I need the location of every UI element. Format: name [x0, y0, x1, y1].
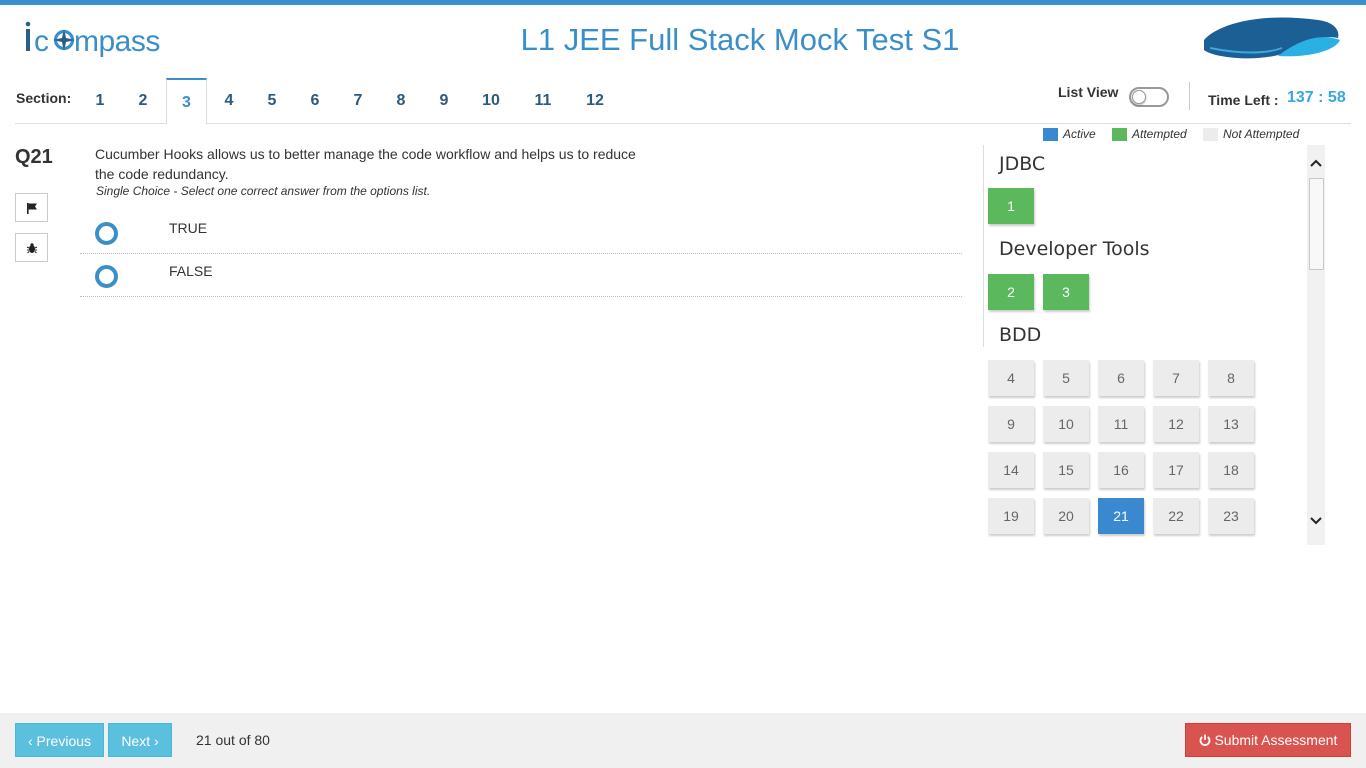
- radio-button-true[interactable]: [95, 222, 118, 245]
- question-text-line-1: Cucumber Hooks allows us to better manag…: [95, 146, 636, 162]
- palette-scrollbar[interactable]: [1307, 145, 1325, 545]
- chevron-left-icon: ‹: [27, 733, 37, 749]
- question-button-22[interactable]: 22: [1153, 498, 1199, 534]
- toggle-knob: [1132, 90, 1146, 104]
- question-progress: 21 out of 80: [196, 732, 270, 748]
- legend-attempted-swatch: [1112, 128, 1127, 141]
- group-title-developer-tools: Developer Tools: [999, 238, 1150, 260]
- page-title: L1 JEE Full Stack Mock Test S1: [520, 22, 960, 57]
- tab-section-2[interactable]: 2: [125, 78, 161, 124]
- legend-active-label: Active: [1063, 127, 1096, 141]
- brand-wave-logo: [1204, 17, 1340, 59]
- list-view-toggle[interactable]: [1129, 87, 1169, 107]
- group-title-bdd: BDD: [999, 324, 1042, 346]
- question-button-13[interactable]: 13: [1208, 406, 1254, 442]
- chevron-right-icon: ›: [150, 733, 159, 749]
- option-false[interactable]: FALSE: [80, 254, 962, 297]
- top-accent-bar: [0, 0, 1366, 5]
- legend-not-attempted-label: Not Attempted: [1223, 127, 1300, 141]
- question-button-21[interactable]: 21: [1098, 498, 1144, 534]
- bug-icon: [26, 242, 37, 253]
- option-label-true: TRUE: [169, 220, 208, 236]
- question-button-5[interactable]: 5: [1043, 360, 1089, 396]
- question-button-19[interactable]: 19: [988, 498, 1034, 534]
- list-view-label: List View: [1058, 84, 1119, 100]
- question-number: Q21: [15, 146, 53, 168]
- question-text-line-2: the code redundancy.: [95, 166, 229, 182]
- flag-icon: [26, 202, 37, 214]
- flag-question-button[interactable]: [15, 193, 48, 222]
- question-button-3[interactable]: 3: [1043, 274, 1089, 310]
- footer-bar: ‹ Previous Next › 21 out of 80 Submit As…: [0, 713, 1366, 768]
- legend-active-swatch: [1043, 128, 1058, 141]
- question-button-8[interactable]: 8: [1208, 360, 1254, 396]
- tab-section-8[interactable]: 8: [383, 78, 419, 124]
- time-left-value: 137 : 58: [1287, 89, 1346, 106]
- question-button-14[interactable]: 14: [988, 452, 1034, 488]
- scrollbar-thumb[interactable]: [1309, 178, 1324, 270]
- group-title-jdbc: JDBC: [999, 153, 1046, 175]
- section-label: Section:: [16, 90, 72, 106]
- submit-assessment-button[interactable]: Submit Assessment: [1185, 723, 1351, 757]
- tab-section-9[interactable]: 9: [426, 78, 462, 124]
- question-button-1[interactable]: 1: [988, 188, 1034, 224]
- question-button-15[interactable]: 15: [1043, 452, 1089, 488]
- question-hint: Single Choice - Select one correct answe…: [96, 184, 431, 198]
- time-left-label: Time Left :: [1208, 92, 1279, 108]
- section-tab-bar: Section: 1 2 3 4 5 6 7 8 9 10 11 12: [15, 78, 908, 125]
- header-right-panel: List View Time Left : 137 : 58: [907, 78, 1351, 124]
- question-button-10[interactable]: 10: [1043, 406, 1089, 442]
- tab-section-7[interactable]: 7: [340, 78, 376, 124]
- legend-attempted-label: Attempted: [1132, 127, 1187, 141]
- tab-section-12[interactable]: 12: [577, 78, 613, 124]
- next-button[interactable]: Next ›: [108, 723, 172, 757]
- chevron-down-icon[interactable]: [1310, 515, 1322, 529]
- question-button-20[interactable]: 20: [1043, 498, 1089, 534]
- question-palette: JDBC 1 Developer Tools 2 3 BDD 4 5 6 7 8 9 10 1…: [983, 145, 1325, 545]
- question-button-7[interactable]: 7: [1153, 360, 1199, 396]
- previous-label: Previous: [36, 733, 92, 749]
- tab-section-5[interactable]: 5: [254, 78, 290, 124]
- tab-section-4[interactable]: 4: [211, 78, 247, 124]
- question-button-11[interactable]: 11: [1098, 406, 1144, 442]
- question-button-17[interactable]: 17: [1153, 452, 1199, 488]
- legend-not-attempted-swatch: [1203, 128, 1218, 141]
- next-label: Next: [121, 733, 151, 749]
- question-button-16[interactable]: 16: [1098, 452, 1144, 488]
- question-button-4[interactable]: 4: [988, 360, 1034, 396]
- chevron-up-icon[interactable]: [1310, 157, 1322, 171]
- question-button-6[interactable]: 6: [1098, 360, 1144, 396]
- previous-button[interactable]: ‹ Previous: [15, 723, 104, 757]
- question-text: Cucumber Hooks allows us to better manag…: [95, 144, 655, 184]
- header-divider: [1189, 82, 1190, 110]
- tab-section-1[interactable]: 1: [82, 78, 118, 124]
- power-icon: [1199, 734, 1210, 746]
- tab-section-3[interactable]: 3: [166, 78, 207, 125]
- question-button-12[interactable]: 12: [1153, 406, 1199, 442]
- report-bug-button[interactable]: [15, 233, 48, 262]
- radio-button-false[interactable]: [95, 265, 118, 288]
- tab-section-6[interactable]: 6: [297, 78, 333, 124]
- question-button-23[interactable]: 23: [1208, 498, 1254, 534]
- tab-section-10[interactable]: 10: [473, 78, 509, 124]
- tab-section-11[interactable]: 11: [525, 78, 561, 124]
- submit-label: Submit Assessment: [1214, 732, 1338, 748]
- question-button-2[interactable]: 2: [988, 274, 1034, 310]
- question-button-18[interactable]: 18: [1208, 452, 1254, 488]
- option-label-false: FALSE: [169, 263, 213, 279]
- question-button-9[interactable]: 9: [988, 406, 1034, 442]
- option-true[interactable]: TRUE: [80, 211, 962, 254]
